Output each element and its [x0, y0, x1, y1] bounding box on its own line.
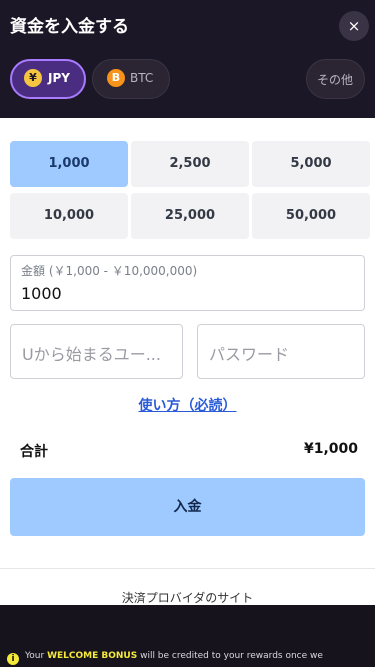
modal-title: 資金を入金する [10, 17, 129, 37]
tab-jpy-label: JPY [48, 71, 70, 85]
user-id-input[interactable]: Uから始まるユー... [10, 324, 183, 379]
info-icon: i [7, 653, 19, 665]
bonus-text: Your WELCOME BONUS will be credited to y… [25, 649, 370, 663]
tab-btc[interactable]: B BTC [92, 59, 170, 99]
tab-other[interactable]: その他 [306, 59, 365, 99]
password-input[interactable]: パスワード [197, 324, 365, 379]
user-id-placeholder: Uから始まるユー... [22, 345, 161, 364]
amount-option-1000[interactable]: 1,000 [10, 141, 128, 187]
total-label: 合計 [20, 444, 48, 460]
modal-header: 資金を入金する × ¥ JPY B BTC その他 [0, 0, 375, 118]
welcome-bonus-highlight: WELCOME BONUS [47, 651, 138, 661]
amount-option-50000[interactable]: 50,000 [252, 193, 370, 239]
amount-option-10000[interactable]: 10,000 [10, 193, 128, 239]
deposit-button[interactable]: 入金 [10, 478, 365, 536]
provider-link[interactable]: 決済プロバイダのサイト [0, 589, 375, 606]
close-icon[interactable]: × [339, 11, 369, 41]
total-value: ¥1,000 [303, 441, 358, 457]
amount-field[interactable]: 金額 (￥1,000 - ￥10,000,000) 1000 [10, 255, 365, 311]
amount-field-label: 金額 (￥1,000 - ￥10,000,000) [21, 264, 198, 278]
tab-other-label: その他 [317, 73, 354, 87]
bonus-text-prefix: Your [25, 651, 48, 661]
amount-option-2500[interactable]: 2,500 [131, 141, 249, 187]
tab-jpy[interactable]: ¥ JPY [10, 59, 86, 99]
amount-field-value[interactable]: 1000 [21, 284, 62, 303]
yen-coin-icon: ¥ [24, 69, 42, 87]
password-placeholder: パスワード [209, 345, 290, 364]
bonus-text-suffix: will be credited to your rewards once we [137, 651, 323, 661]
tab-btc-label: BTC [130, 71, 154, 85]
bitcoin-coin-icon: B [107, 69, 125, 87]
howto-link[interactable]: 使い方（必読） [0, 395, 375, 415]
divider [0, 568, 375, 569]
amount-option-5000[interactable]: 5,000 [252, 141, 370, 187]
amount-option-25000[interactable]: 25,000 [131, 193, 249, 239]
bonus-banner: i Your WELCOME BONUS will be credited to… [0, 605, 375, 667]
